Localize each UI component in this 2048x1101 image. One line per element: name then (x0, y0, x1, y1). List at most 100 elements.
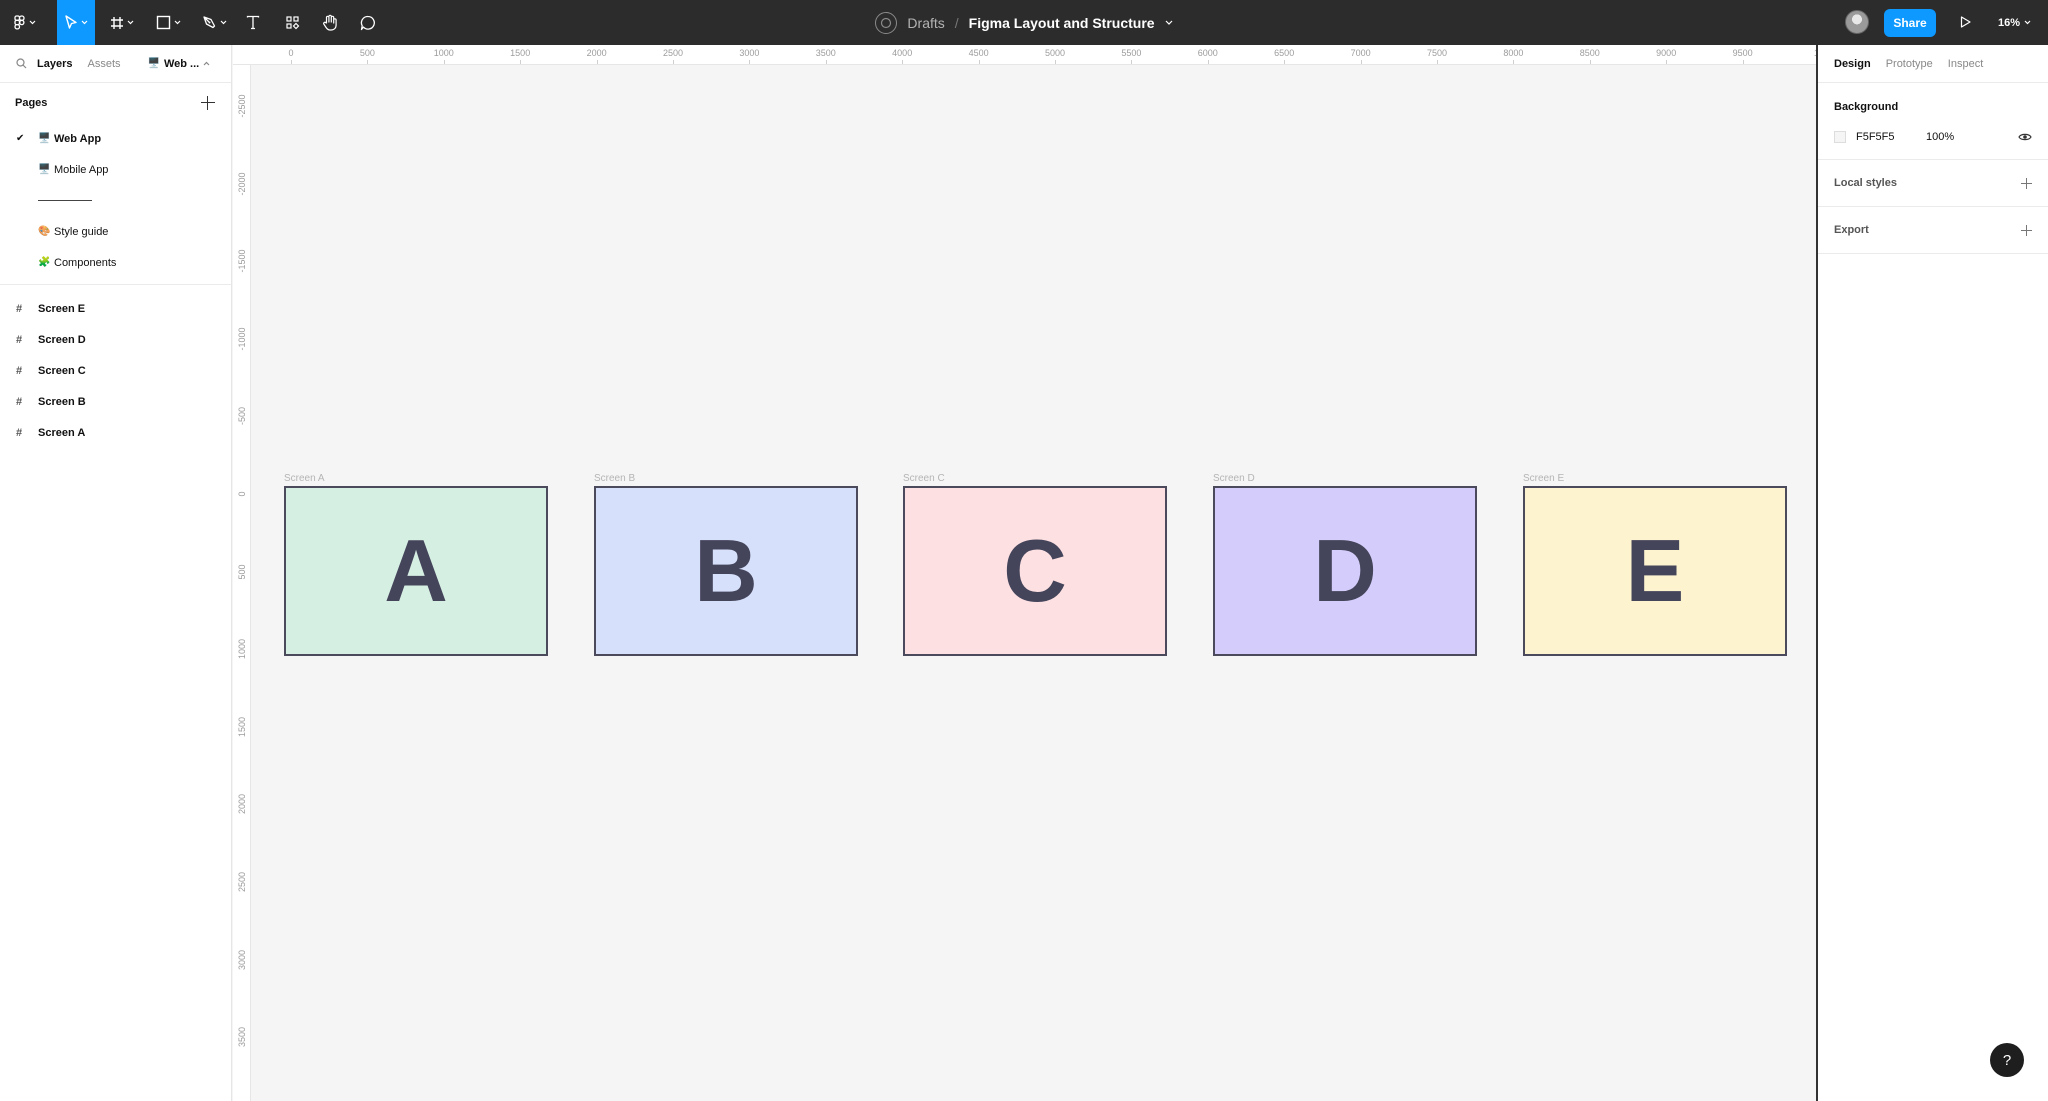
frame-label-screen-b[interactable]: Screen B (594, 473, 635, 484)
frame-label-screen-a[interactable]: Screen A (284, 473, 325, 484)
page-item-style-guide[interactable]: 🎨 Style guide (0, 216, 231, 247)
right-panel: Design Prototype Inspect Background F5F5… (1816, 45, 2048, 1101)
frame-hash-icon: # (16, 395, 23, 408)
components-grid-icon (285, 16, 299, 30)
ruler-label: 0 (288, 48, 294, 58)
local-styles-section: Local styles (1818, 160, 2048, 207)
frame-label-screen-e[interactable]: Screen E (1523, 473, 1564, 484)
background-opacity-input[interactable]: 100% (1926, 131, 2018, 143)
ruler-label: -2000 (237, 172, 247, 196)
search-icon[interactable] (16, 58, 27, 69)
rectangle-icon (156, 15, 170, 30)
pen-tool-button[interactable] (196, 0, 232, 45)
tab-layers[interactable]: Layers (37, 58, 72, 70)
zoom-level: 16% (1998, 16, 2021, 29)
ruler-tick (978, 60, 980, 64)
layer-item-screen-e[interactable]: # Screen E (0, 293, 231, 324)
top-toolbar: Drafts / Figma Layout and Structure Shar… (0, 0, 2048, 45)
tab-inspect[interactable]: Inspect (1948, 58, 1983, 70)
shape-tool-button[interactable] (150, 0, 186, 45)
ruler-tick (520, 60, 522, 64)
ruler-tick (443, 60, 445, 64)
ruler-label: 1500 (237, 716, 247, 737)
avatar[interactable] (1845, 10, 1869, 34)
frame-label-screen-c[interactable]: Screen C (903, 473, 945, 484)
tab-assets[interactable]: Assets (87, 58, 120, 70)
ruler-label: 9500 (1732, 48, 1753, 58)
page-item-mobile-app[interactable]: 🖥️ Mobile App (0, 154, 231, 185)
frame-hash-icon: # (16, 333, 23, 346)
page-item-web-app[interactable]: ✔ 🖥️ Web App (0, 123, 231, 154)
pages-header: Pages (0, 83, 231, 123)
zoom-menu[interactable]: 16% (1998, 0, 2031, 45)
layer-item-screen-c[interactable]: # Screen C (0, 355, 231, 386)
page-switcher[interactable]: 🖥️ Web ... (148, 58, 211, 70)
ruler-label: 2000 (586, 48, 607, 58)
ruler-label: 1000 (433, 48, 454, 58)
help-button[interactable]: ? (1990, 1043, 2024, 1077)
present-button[interactable] (1955, 12, 1975, 32)
local-styles-title: Local styles (1834, 177, 1897, 189)
frame-letter: E (1625, 521, 1685, 620)
ruler-tick (596, 60, 598, 64)
ruler-label: -1500 (237, 249, 247, 273)
hand-tool-button[interactable] (317, 0, 343, 45)
document-title-area: Drafts / Figma Layout and Structure (0, 0, 2048, 45)
frame-label-screen-d[interactable]: Screen D (1213, 473, 1255, 484)
ruler-label: 0 (237, 491, 247, 497)
layer-item-screen-a[interactable]: # Screen A (0, 417, 231, 448)
share-button[interactable]: Share (1884, 9, 1936, 37)
ruler-tick (825, 60, 827, 64)
comment-tool-button[interactable] (355, 0, 381, 45)
breadcrumb-drafts[interactable]: Drafts (907, 15, 944, 31)
play-icon (1960, 16, 1971, 28)
background-hex-input[interactable]: F5F5F5 (1856, 131, 1926, 143)
tab-design[interactable]: Design (1834, 58, 1871, 70)
layer-label: Screen D (38, 333, 86, 346)
frame-screen-b[interactable]: B (594, 486, 858, 656)
frame-screen-c[interactable]: C (903, 486, 1167, 656)
user-circle-icon (881, 17, 892, 28)
ruler-label: 7500 (1426, 48, 1448, 58)
frame-hash-icon: # (16, 364, 23, 377)
breadcrumb-separator: / (954, 14, 959, 31)
resources-tool-button[interactable] (279, 0, 305, 45)
frame-screen-e[interactable]: E (1523, 486, 1787, 656)
text-tool-button[interactable] (240, 0, 266, 45)
color-swatch[interactable] (1834, 131, 1846, 143)
pages-title: Pages (15, 97, 48, 109)
frame-letter: D (1313, 521, 1377, 620)
main-menu-button[interactable] (8, 0, 42, 45)
left-panel: Layers Assets 🖥️ Web ... Pages ✔ 🖥️ Web … (0, 45, 232, 1101)
team-icon[interactable] (875, 11, 898, 34)
page-label: Style guide (54, 225, 109, 238)
canvas[interactable]: Screen A A Screen B B Screen C C Screen … (252, 66, 1816, 1101)
add-page-icon[interactable] (201, 96, 215, 110)
frame-screen-d[interactable]: D (1213, 486, 1477, 656)
ruler-label: 5000 (1044, 48, 1066, 58)
frame-screen-a[interactable]: A (284, 486, 548, 656)
chevron-down-icon (2024, 20, 2031, 25)
eye-icon[interactable] (2018, 132, 2032, 142)
frame-tool-button[interactable] (105, 0, 139, 45)
ruler-tick (1284, 60, 1286, 64)
add-style-icon[interactable] (2021, 177, 2032, 189)
ruler-label: 8500 (1579, 48, 1600, 58)
ruler-label: 9000 (1656, 48, 1677, 58)
ruler-label: 4500 (968, 48, 989, 58)
layer-item-screen-d[interactable]: # Screen D (0, 324, 231, 355)
chevron-down-icon[interactable] (1165, 20, 1173, 25)
layer-item-screen-b[interactable]: # Screen B (0, 386, 231, 417)
file-name[interactable]: Figma Layout and Structure (969, 15, 1155, 31)
tab-prototype[interactable]: Prototype (1886, 58, 1933, 70)
page-item-components[interactable]: 🧩 Components (0, 247, 231, 278)
add-export-icon[interactable] (2021, 224, 2032, 236)
page-label: Web App (54, 132, 102, 145)
chevron-down-icon (81, 20, 88, 25)
move-tool-button[interactable] (57, 0, 95, 45)
ruler-tick (1055, 60, 1056, 64)
ruler-label: 4000 (892, 48, 913, 58)
palette-icon: 🎨 (38, 226, 51, 237)
ruler-tick (902, 60, 904, 64)
monitor-icon: 🖥️ (38, 133, 51, 144)
